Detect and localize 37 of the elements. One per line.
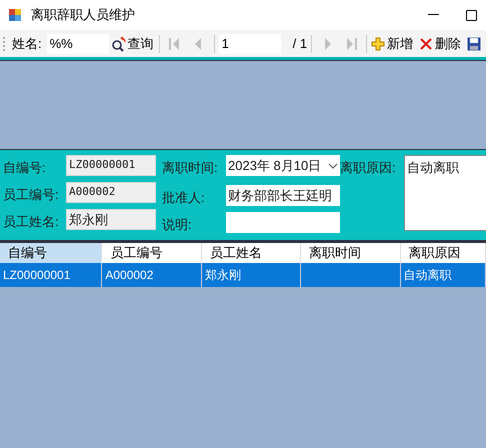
date-picker[interactable]: 2023年 8月10日 xyxy=(226,155,340,176)
name-input[interactable]: %% xyxy=(46,34,109,54)
readonly-field: A000002 xyxy=(66,182,156,203)
page-total: / 1 xyxy=(292,34,308,53)
column-header[interactable]: 自编号 xyxy=(0,243,102,263)
search-icon xyxy=(110,36,127,52)
app-icon xyxy=(8,8,22,22)
page-input[interactable]: 1 xyxy=(218,34,281,54)
query-button[interactable]: 查询 xyxy=(110,32,155,54)
field-label: 说明: xyxy=(162,216,192,234)
field-label: 自编号: xyxy=(3,159,46,177)
field-label: 离职原因: xyxy=(340,159,396,177)
memo-field[interactable]: 自动离职 xyxy=(404,155,486,231)
field-label: 批准人: xyxy=(162,189,205,207)
table-cell-text: 自动离职 xyxy=(404,267,452,284)
input-field[interactable]: 财务部部长王廷明 xyxy=(226,185,340,206)
table-cell-text: 郑永刚 xyxy=(204,267,241,284)
field-label: 员工姓名: xyxy=(3,213,59,231)
column-header[interactable]: 离职原因 xyxy=(400,243,486,263)
table-cell-text: LZ00000001 xyxy=(3,267,70,284)
input-field[interactable] xyxy=(226,212,340,233)
delete-button[interactable]: 删除 xyxy=(419,32,462,54)
field-label: 员工编号: xyxy=(3,186,59,204)
add-button[interactable]: 新增 xyxy=(371,32,414,54)
field-label: 离职时间: xyxy=(162,159,218,177)
close-icon xyxy=(419,36,434,50)
maximize-icon xyxy=(466,10,476,20)
plus-icon xyxy=(371,36,386,50)
name-label: 姓名: xyxy=(12,34,42,53)
table-row[interactable]: LZ00000001 A000002 郑永刚 自动离职 xyxy=(0,263,486,287)
readonly-field: 郑永刚 xyxy=(66,209,156,230)
table-cell-text: A000002 xyxy=(105,267,154,284)
window-title: 离职辞职人员维护 xyxy=(31,6,135,24)
readonly-field: LZ00000001 xyxy=(66,155,156,176)
chevron-down-icon xyxy=(328,162,338,168)
grip-icon xyxy=(1,34,7,52)
minimize-icon xyxy=(428,14,438,16)
